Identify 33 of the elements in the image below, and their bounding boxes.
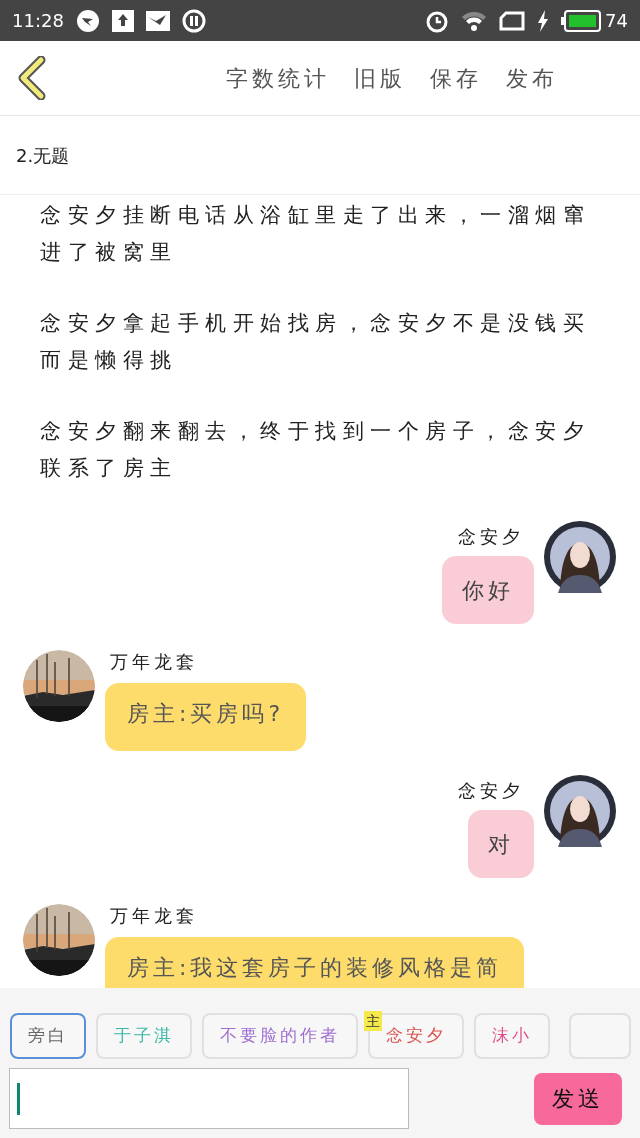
role-chip[interactable]: 沫小 — [474, 1013, 550, 1059]
toolbar-link[interactable]: 旧版 — [354, 61, 406, 95]
story-paragraph: 念安夕拿起手机开始找房，念安夕不是没钱买而是懒得挑 — [40, 310, 591, 374]
role-chip[interactable]: 旁白 — [10, 1013, 86, 1059]
message-bubble: 你好 — [442, 556, 534, 624]
toolbar-link[interactable]: 字数统计 — [226, 61, 330, 95]
send-button[interactable]: 发送 — [534, 1072, 622, 1125]
input-field[interactable] — [9, 1068, 409, 1129]
battery-percent: 74 — [605, 9, 628, 33]
message-bubble: 房主:我这套房子的装修风格是简 — [105, 937, 525, 988]
story-paragraph: 念安夕挂断电话从浴缸里走了出来，一溜烟窜进了被窝里 — [40, 202, 591, 266]
message-bubble: 对 — [468, 810, 534, 878]
charging-icon — [537, 9, 550, 32]
toolbar-link[interactable]: 发布 — [506, 61, 558, 95]
sender-name: 万年龙套 — [110, 904, 199, 928]
main-role-badge: 主 — [364, 1011, 382, 1031]
sender-name: 万年龙套 — [110, 650, 199, 674]
story-paragraph: 念安夕翻来翻去，终于找到一个房子，念安夕联系了房主 — [40, 418, 591, 482]
sim-card-icon — [499, 10, 526, 31]
sender-name: 念安夕 — [458, 779, 524, 803]
upload-icon — [111, 9, 134, 32]
avatar-person-icon — [544, 521, 616, 593]
toolbar-link[interactable]: 保存 — [430, 61, 482, 95]
avatar-person-icon — [544, 775, 616, 847]
battery-icon — [561, 9, 602, 32]
pause-icon — [181, 8, 206, 33]
chapter-title: 2.无题 — [16, 143, 70, 168]
back-button[interactable] — [16, 55, 48, 101]
sender-name: 念安夕 — [458, 525, 524, 549]
message-bubble: 房主:买房吗? — [105, 683, 307, 751]
role-chip[interactable]: 不要脸的作者 — [202, 1013, 358, 1059]
wifi-icon — [461, 9, 488, 32]
status-time: 11:28 — [12, 9, 64, 33]
